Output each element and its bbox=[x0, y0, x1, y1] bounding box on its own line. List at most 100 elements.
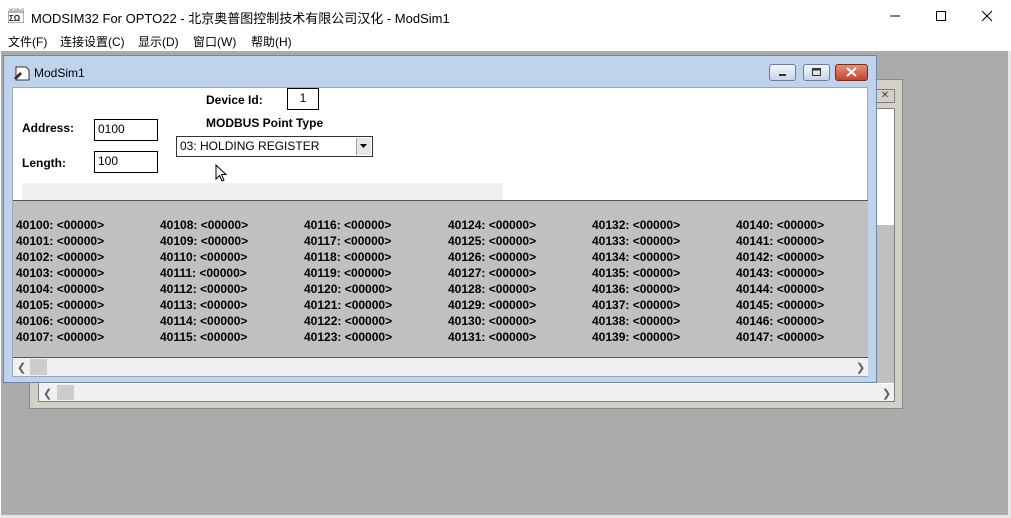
register-value[interactable]: 40103: <00000> bbox=[16, 265, 104, 281]
register-value[interactable]: 40147: <00000> bbox=[736, 329, 824, 345]
close-icon bbox=[846, 67, 857, 77]
register-value[interactable]: 40111: <00000> bbox=[160, 265, 248, 281]
register-value[interactable]: 40105: <00000> bbox=[16, 297, 104, 313]
register-value[interactable]: 40126: <00000> bbox=[448, 249, 536, 265]
horizontal-scrollbar[interactable]: ❮ ❯ bbox=[13, 358, 868, 376]
register-value[interactable]: 40123: <00000> bbox=[304, 329, 392, 345]
dropdown-arrow-button[interactable] bbox=[356, 138, 371, 155]
scroll-right-icon[interactable]: ❯ bbox=[856, 361, 865, 374]
register-value[interactable]: 40122: <00000> bbox=[304, 313, 392, 329]
register-value[interactable]: 40136: <00000> bbox=[592, 281, 680, 297]
register-value[interactable]: 40121: <00000> bbox=[304, 297, 392, 313]
menu-display[interactable]: 显示(D) bbox=[138, 33, 179, 50]
register-value[interactable]: 40110: <00000> bbox=[160, 249, 248, 265]
register-value[interactable]: 40112: <00000> bbox=[160, 281, 248, 297]
register-value[interactable]: 40116: <00000> bbox=[304, 217, 392, 233]
address-field[interactable]: 0100 bbox=[94, 119, 158, 141]
modsim-child-window[interactable]: ModSim1 Device Id: 1 MODBUS Point Type A… bbox=[3, 55, 877, 383]
length-label: Length: bbox=[22, 156, 66, 170]
maximize-button[interactable] bbox=[918, 0, 964, 31]
register-value[interactable]: 40109: <00000> bbox=[160, 233, 248, 249]
close-button[interactable] bbox=[964, 0, 1010, 31]
register-value[interactable]: 40108: <00000> bbox=[160, 217, 248, 233]
register-column: 40132: <00000> 40133: <00000> 40134: <00… bbox=[592, 217, 680, 345]
register-value[interactable]: 40107: <00000> bbox=[16, 329, 104, 345]
register-value[interactable]: 40134: <00000> bbox=[592, 249, 680, 265]
register-column: 40116: <00000> 40117: <00000> 40118: <00… bbox=[304, 217, 392, 345]
register-value[interactable]: 40140: <00000> bbox=[736, 217, 824, 233]
child-client-area: Device Id: 1 MODBUS Point Type Address: … bbox=[12, 87, 868, 377]
register-value[interactable]: 40129: <00000> bbox=[448, 297, 536, 313]
register-column: 40140: <00000> 40141: <00000> 40142: <00… bbox=[736, 217, 824, 345]
close-icon bbox=[981, 10, 993, 22]
register-value[interactable]: 40143: <00000> bbox=[736, 265, 824, 281]
register-column: 40108: <00000> 40109: <00000> 40110: <00… bbox=[160, 217, 248, 345]
register-value[interactable]: 40120: <00000> bbox=[304, 281, 392, 297]
register-value[interactable]: 40124: <00000> bbox=[448, 217, 536, 233]
svg-text:ΣΩ: ΣΩ bbox=[9, 14, 21, 23]
close-icon: ✕ bbox=[880, 90, 890, 101]
menu-help[interactable]: 帮助(H) bbox=[251, 33, 292, 50]
register-value[interactable]: 40128: <00000> bbox=[448, 281, 536, 297]
chevron-down-icon bbox=[360, 144, 367, 148]
register-value[interactable]: 40106: <00000> bbox=[16, 313, 104, 329]
register-value[interactable]: 40114: <00000> bbox=[160, 313, 248, 329]
background-horizontal-scrollbar[interactable]: ❮ ❯ bbox=[39, 384, 894, 401]
register-value[interactable]: 40138: <00000> bbox=[592, 313, 680, 329]
register-value[interactable]: 40144: <00000> bbox=[736, 281, 824, 297]
address-label: Address: bbox=[22, 121, 75, 135]
menu-bar: 文件(F) 连接设置(C) 显示(D) 窗口(W) 帮助(H) bbox=[0, 31, 1011, 51]
register-display[interactable]: 40100: <00000> 40101: <00000> 40102: <00… bbox=[13, 200, 868, 358]
register-value[interactable]: 40133: <00000> bbox=[592, 233, 680, 249]
child-close-button[interactable] bbox=[835, 64, 868, 81]
register-value[interactable]: 40127: <00000> bbox=[448, 265, 536, 281]
scroll-right-icon[interactable]: ❯ bbox=[882, 387, 891, 400]
scroll-thumb[interactable] bbox=[30, 359, 47, 375]
status-strip bbox=[22, 183, 503, 200]
register-value[interactable]: 40137: <00000> bbox=[592, 297, 680, 313]
register-value[interactable]: 40146: <00000> bbox=[736, 313, 824, 329]
menu-file[interactable]: 文件(F) bbox=[8, 33, 47, 50]
scroll-left-icon[interactable]: ❮ bbox=[43, 387, 52, 400]
scroll-left-icon[interactable]: ❮ bbox=[17, 361, 26, 374]
minimize-icon bbox=[890, 15, 900, 17]
register-value[interactable]: 40115: <00000> bbox=[160, 329, 248, 345]
minimize-button[interactable] bbox=[872, 0, 918, 31]
child-restore-button[interactable] bbox=[803, 64, 830, 81]
register-value[interactable]: 40131: <00000> bbox=[448, 329, 536, 345]
register-value[interactable]: 40104: <00000> bbox=[16, 281, 104, 297]
point-type-select[interactable]: 03: HOLDING REGISTER bbox=[176, 136, 373, 157]
register-value[interactable]: 40139: <00000> bbox=[592, 329, 680, 345]
child-window-title: ModSim1 bbox=[34, 66, 85, 80]
register-value[interactable]: 40118: <00000> bbox=[304, 249, 392, 265]
window-title: MODSIM32 For OPTO22 - 北京奥普图控制技术有限公司汉化 - … bbox=[31, 11, 450, 26]
scroll-thumb[interactable] bbox=[57, 385, 74, 400]
register-value[interactable]: 40102: <00000> bbox=[16, 249, 104, 265]
point-type-label: MODBUS Point Type bbox=[206, 116, 324, 130]
restore-icon bbox=[812, 68, 821, 76]
menu-connection[interactable]: 连接设置(C) bbox=[60, 33, 125, 50]
register-value[interactable]: 40142: <00000> bbox=[736, 249, 824, 265]
register-value[interactable]: 40135: <00000> bbox=[592, 265, 680, 281]
maximize-icon bbox=[936, 11, 946, 21]
register-value[interactable]: 40145: <00000> bbox=[736, 297, 824, 313]
register-value[interactable]: 40100: <00000> bbox=[16, 217, 104, 233]
register-column: 40100: <00000> 40101: <00000> 40102: <00… bbox=[16, 217, 104, 345]
register-value[interactable]: 40101: <00000> bbox=[16, 233, 104, 249]
register-value[interactable]: 40130: <00000> bbox=[448, 313, 536, 329]
device-id-field[interactable]: 1 bbox=[287, 88, 319, 110]
device-id-label: Device Id: bbox=[206, 93, 263, 107]
register-value[interactable]: 40113: <00000> bbox=[160, 297, 248, 313]
point-type-value: 03: HOLDING REGISTER bbox=[180, 139, 320, 153]
length-field[interactable]: 100 bbox=[94, 151, 158, 173]
menu-window[interactable]: 窗口(W) bbox=[193, 33, 236, 50]
register-value[interactable]: 40125: <00000> bbox=[448, 233, 536, 249]
register-column: 40124: <00000> 40125: <00000> 40126: <00… bbox=[448, 217, 536, 345]
register-value[interactable]: 40119: <00000> bbox=[304, 265, 392, 281]
register-value[interactable]: 40132: <00000> bbox=[592, 217, 680, 233]
register-value[interactable]: 40141: <00000> bbox=[736, 233, 824, 249]
child-minimize-button[interactable] bbox=[769, 64, 796, 81]
minimize-icon bbox=[779, 74, 786, 76]
background-window-close-button[interactable]: ✕ bbox=[875, 89, 895, 103]
register-value[interactable]: 40117: <00000> bbox=[304, 233, 392, 249]
